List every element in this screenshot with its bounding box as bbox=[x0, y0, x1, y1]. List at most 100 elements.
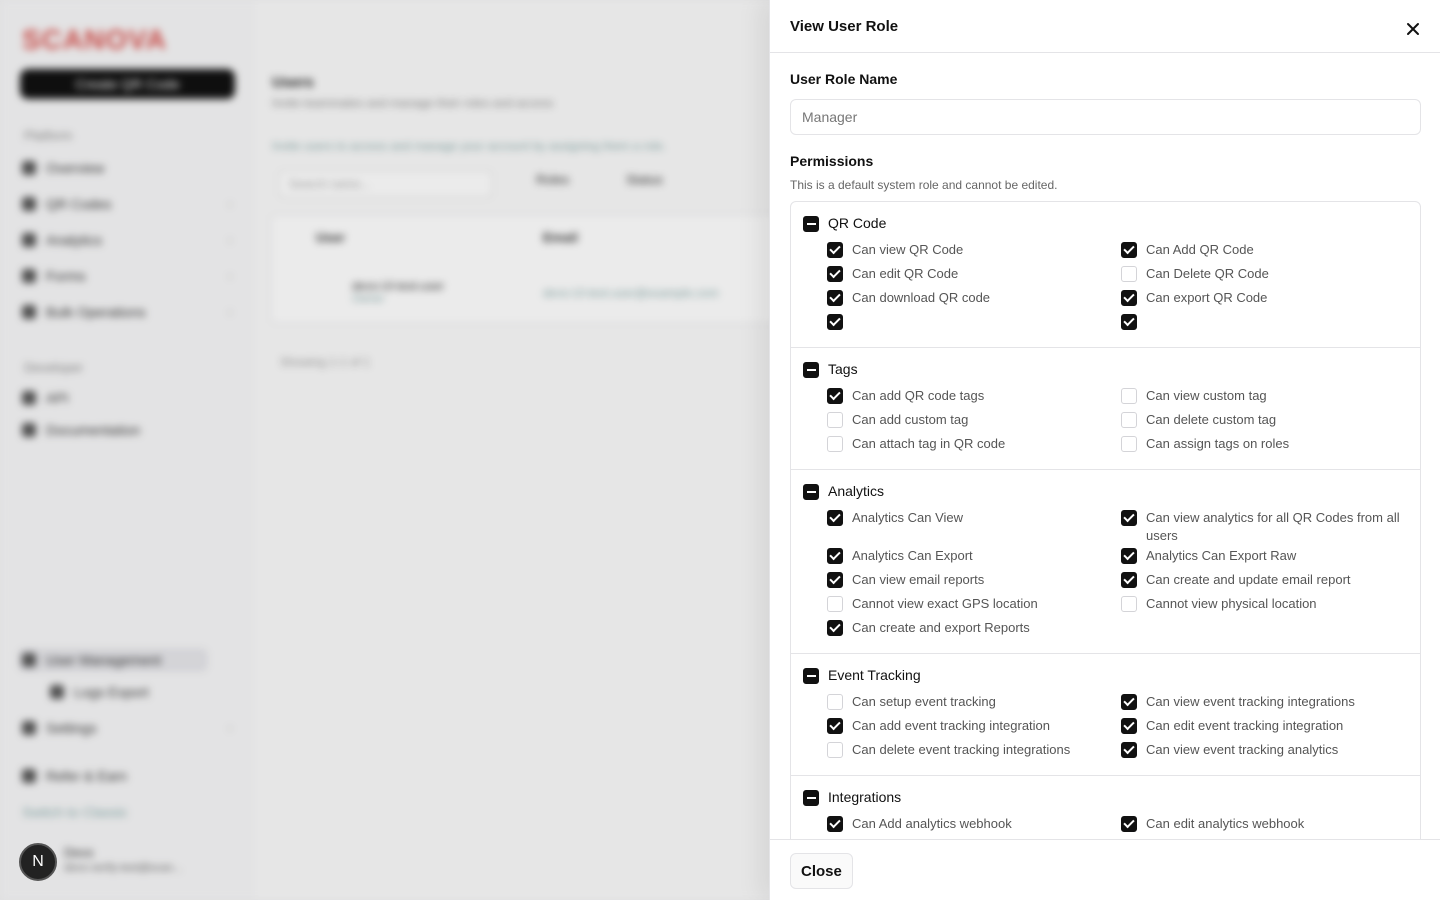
permission-label: Can view QR Code bbox=[852, 242, 964, 257]
permission-group-header: Event Tracking bbox=[803, 666, 1408, 684]
permission-item[interactable]: Can view email reports bbox=[827, 569, 1121, 593]
permission-label: Cannot view physical location bbox=[1146, 596, 1317, 611]
drawer-footer: Close bbox=[770, 839, 1440, 900]
avatar[interactable]: N bbox=[19, 843, 57, 881]
permissions-label: Permissions bbox=[790, 153, 874, 169]
permission-checkbox[interactable] bbox=[827, 388, 843, 404]
permission-item[interactable]: Can view QR Code bbox=[827, 239, 1121, 263]
permission-label: Can view event tracking integrations bbox=[1146, 694, 1355, 709]
view-user-role-drawer: View User Role User Role Name Permission… bbox=[769, 0, 1440, 900]
permission-label: Analytics Can Export bbox=[852, 548, 973, 563]
close-button[interactable]: Close bbox=[790, 853, 853, 889]
permission-item[interactable]: Can setup event tracking bbox=[827, 691, 1121, 715]
permission-item[interactable]: Can delete event tracking integrations bbox=[827, 739, 1121, 763]
group-checkbox[interactable] bbox=[803, 483, 819, 500]
permission-item[interactable]: Can add QR code tags bbox=[827, 385, 1121, 409]
permission-checkbox[interactable] bbox=[1121, 596, 1137, 612]
group-checkbox[interactable] bbox=[803, 361, 819, 378]
permission-items: Can view QR Code Can Add QR Code Can edit … bbox=[803, 239, 1408, 335]
permission-checkbox[interactable] bbox=[827, 412, 843, 428]
permission-checkbox[interactable] bbox=[1121, 718, 1137, 734]
permission-label: Analytics Can View bbox=[852, 510, 964, 525]
group-checkbox[interactable] bbox=[803, 215, 819, 232]
permission-item[interactable]: Can delete custom tag bbox=[1121, 409, 1415, 433]
permission-label: Can view email reports bbox=[852, 572, 985, 587]
permission-item[interactable]: Can add event tracking integration bbox=[827, 715, 1121, 739]
permission-checkbox[interactable] bbox=[827, 242, 843, 258]
permission-checkbox[interactable] bbox=[827, 718, 843, 734]
permission-checkbox[interactable] bbox=[1121, 548, 1137, 564]
permission-item[interactable]: Analytics Can View bbox=[827, 507, 1121, 545]
permission-item[interactable]: Can create and update email report bbox=[1121, 569, 1415, 593]
permissions-list: QR Code Can view QR Code Can Add QR Code Ca… bbox=[790, 201, 1421, 839]
permission-label: Can create and update email report bbox=[1146, 572, 1351, 587]
permission-checkbox[interactable] bbox=[827, 290, 843, 306]
group-checkbox[interactable] bbox=[803, 667, 819, 684]
permission-label: Can edit analytics webhook bbox=[1146, 816, 1305, 831]
permission-item[interactable]: Can Add QR Code bbox=[1121, 239, 1415, 263]
permission-item[interactable]: Can attach tag in QR code bbox=[827, 433, 1121, 457]
permission-checkbox[interactable] bbox=[1121, 694, 1137, 710]
permission-items: Can setup event tracking Can view event t… bbox=[803, 691, 1408, 763]
permission-item[interactable]: Analytics Can Export bbox=[827, 545, 1121, 569]
permission-checkbox[interactable] bbox=[827, 436, 843, 452]
permission-item[interactable]: Can view custom tag bbox=[1121, 385, 1415, 409]
permission-checkbox[interactable] bbox=[827, 596, 843, 612]
permission-item[interactable]: Cannot view exact GPS location bbox=[827, 593, 1121, 617]
permission-item[interactable]: Can edit event tracking integration bbox=[1121, 715, 1415, 739]
permission-checkbox[interactable] bbox=[1121, 572, 1137, 588]
permission-item[interactable]: Can edit QR Code bbox=[827, 263, 1121, 287]
permission-checkbox[interactable] bbox=[1121, 388, 1137, 404]
permission-checkbox[interactable] bbox=[827, 694, 843, 710]
permission-item[interactable]: Can create and export Reports bbox=[827, 617, 1121, 641]
permission-checkbox[interactable] bbox=[1121, 290, 1137, 306]
permission-item[interactable]: Analytics Can Export Raw bbox=[1121, 545, 1415, 569]
permission-checkbox[interactable] bbox=[1121, 242, 1137, 258]
close-icon[interactable] bbox=[1406, 22, 1420, 36]
permission-label: Can add event tracking integration bbox=[852, 718, 1051, 733]
permission-item[interactable]: Can download QR code bbox=[827, 287, 1121, 311]
permission-checkbox[interactable] bbox=[827, 620, 843, 636]
group-checkbox[interactable] bbox=[803, 789, 819, 806]
drawer-body[interactable]: User Role Name Permissions This is a def… bbox=[770, 53, 1440, 839]
permission-checkbox[interactable] bbox=[827, 548, 843, 564]
permission-checkbox[interactable] bbox=[827, 314, 843, 330]
permission-label: Can view event tracking analytics bbox=[1146, 742, 1339, 757]
permission-checkbox[interactable] bbox=[827, 572, 843, 588]
permission-label: Can Delete QR Code bbox=[1146, 266, 1269, 281]
permission-item[interactable]: Can Delete QR Code bbox=[1121, 263, 1415, 287]
permission-checkbox[interactable] bbox=[827, 816, 843, 832]
permission-checkbox[interactable] bbox=[1121, 742, 1137, 758]
permission-item[interactable]: Can assign tags on roles bbox=[1121, 433, 1415, 457]
permission-item[interactable]: Can export QR Code bbox=[1121, 287, 1415, 311]
permission-checkbox[interactable] bbox=[1121, 314, 1137, 330]
permission-checkbox[interactable] bbox=[827, 510, 843, 526]
permission-checkbox[interactable] bbox=[1121, 266, 1137, 282]
permission-label: Can add QR code tags bbox=[852, 388, 985, 403]
permission-item[interactable]: Can view event tracking analytics bbox=[1121, 739, 1415, 763]
permission-label: Can delete event tracking integrations bbox=[852, 742, 1071, 757]
permission-item[interactable] bbox=[1121, 311, 1415, 335]
permissions-note: This is a default system role and cannot… bbox=[790, 178, 1058, 192]
permission-checkbox[interactable] bbox=[1121, 436, 1137, 452]
permission-checkbox[interactable] bbox=[827, 266, 843, 282]
permission-group-header: Analytics bbox=[803, 482, 1408, 500]
permission-checkbox[interactable] bbox=[1121, 510, 1137, 526]
permission-item[interactable] bbox=[827, 311, 1121, 335]
permission-item[interactable]: Can view event tracking integrations bbox=[1121, 691, 1415, 715]
permission-group-header: QR Code bbox=[803, 214, 1408, 232]
permission-group: Tags Can add QR code tags Can view custom … bbox=[791, 348, 1420, 470]
permission-item[interactable]: Can edit analytics webhook bbox=[1121, 813, 1415, 837]
permission-label: Can setup event tracking bbox=[852, 694, 996, 709]
role-name-input[interactable] bbox=[790, 99, 1421, 135]
permission-group-title: Analytics bbox=[828, 483, 885, 499]
permission-checkbox[interactable] bbox=[1121, 412, 1137, 428]
permission-item[interactable]: Can Add analytics webhook bbox=[827, 813, 1121, 837]
permission-item[interactable]: Cannot view physical location bbox=[1121, 593, 1415, 617]
permission-label: Can create and export Reports bbox=[852, 620, 1030, 635]
permission-checkbox[interactable] bbox=[1121, 816, 1137, 832]
permission-label: Can view custom tag bbox=[1146, 388, 1267, 403]
permission-item[interactable]: Can view analytics for all QR Codes from… bbox=[1121, 507, 1415, 545]
permission-checkbox[interactable] bbox=[827, 742, 843, 758]
permission-item[interactable]: Can add custom tag bbox=[827, 409, 1121, 433]
